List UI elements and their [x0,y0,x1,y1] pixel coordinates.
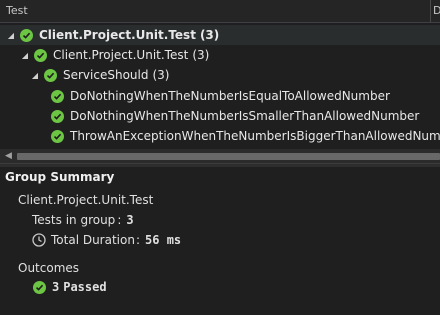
panel-splitter[interactable] [0,163,440,167]
tree-node-count: (3) [192,48,210,62]
tests-in-group-row: Tests in group : 3 [32,213,134,227]
column-header-test[interactable]: Test [6,4,28,17]
column-separator[interactable] [430,0,431,22]
caret-down-icon[interactable]: ◢ [6,31,16,40]
caret-down-icon[interactable]: ◢ [20,51,30,60]
tree-row-test[interactable]: DoNothingWhenTheNumberIsEqualToAllowedNu… [51,86,390,106]
tests-in-group-label: Tests in group [32,213,116,227]
caret-down-icon[interactable]: ◢ [30,71,40,80]
passed-label: Passed [63,280,107,294]
tree-row-class[interactable]: ◢ ServiceShould (3) [30,65,170,85]
column-header-d[interactable]: D [433,4,440,17]
check-circle-icon [51,129,64,143]
tree-node-label: ThrowAnExceptionWhenTheNumberIsBiggerTha… [70,129,440,143]
summary-group-name: Client.Project.Unit.Test [18,193,153,207]
passed-count: 3 [52,280,60,294]
scrollbar-thumb[interactable] [17,153,440,160]
duration-label: Total Duration [51,233,135,247]
duration-value: 56 ms [145,233,182,247]
group-name-label: Client.Project.Unit.Test [18,193,154,207]
column-header: Test D [0,0,440,23]
tests-in-group-value: 3 [126,213,134,227]
tree-node-label: DoNothingWhenTheNumberIsSmallerThanAllow… [70,109,420,123]
tree-node-count: (3) [152,68,170,82]
tree-node-label: Client.Project.Unit.Test [53,48,189,62]
tree-row-test[interactable]: ThrowAnExceptionWhenTheNumberIsBiggerTha… [51,126,440,146]
tests-in-group-sep: : [117,213,122,227]
summary-title: Group Summary [5,170,115,184]
tree-node-label: Client.Project.Unit.Test [39,28,196,42]
outcomes-label: Outcomes [18,261,80,275]
passed-outcome[interactable]: 3 Passed [33,280,107,294]
duration-row: Total Duration : 56 ms [32,233,181,247]
clock-icon [32,233,46,247]
tree-node-label: DoNothingWhenTheNumberIsEqualToAllowedNu… [70,89,390,103]
check-circle-icon [33,280,46,294]
duration-sep: : [135,233,141,247]
scroll-left-icon[interactable]: ◀ [5,151,12,161]
check-circle-icon [51,89,64,103]
check-circle-icon [44,68,57,82]
horizontal-scrollbar[interactable]: ◀ [0,149,440,163]
check-circle-icon [34,48,47,62]
tree-row-project[interactable]: ◢ Client.Project.Unit.Test (3) [20,45,209,65]
check-circle-icon [20,28,33,42]
test-explorer-panel: Test D ◢ Client.Project.Unit.Test (3) ◢ … [0,0,440,315]
tree-node-count: (3) [199,28,220,42]
check-circle-icon [51,109,64,123]
outcomes-heading: Outcomes [18,261,79,275]
tree-row-test[interactable]: DoNothingWhenTheNumberIsSmallerThanAllow… [51,106,419,126]
tree-node-label: ServiceShould [63,68,149,82]
tree-row-root[interactable]: ◢ Client.Project.Unit.Test (3) [0,25,440,45]
